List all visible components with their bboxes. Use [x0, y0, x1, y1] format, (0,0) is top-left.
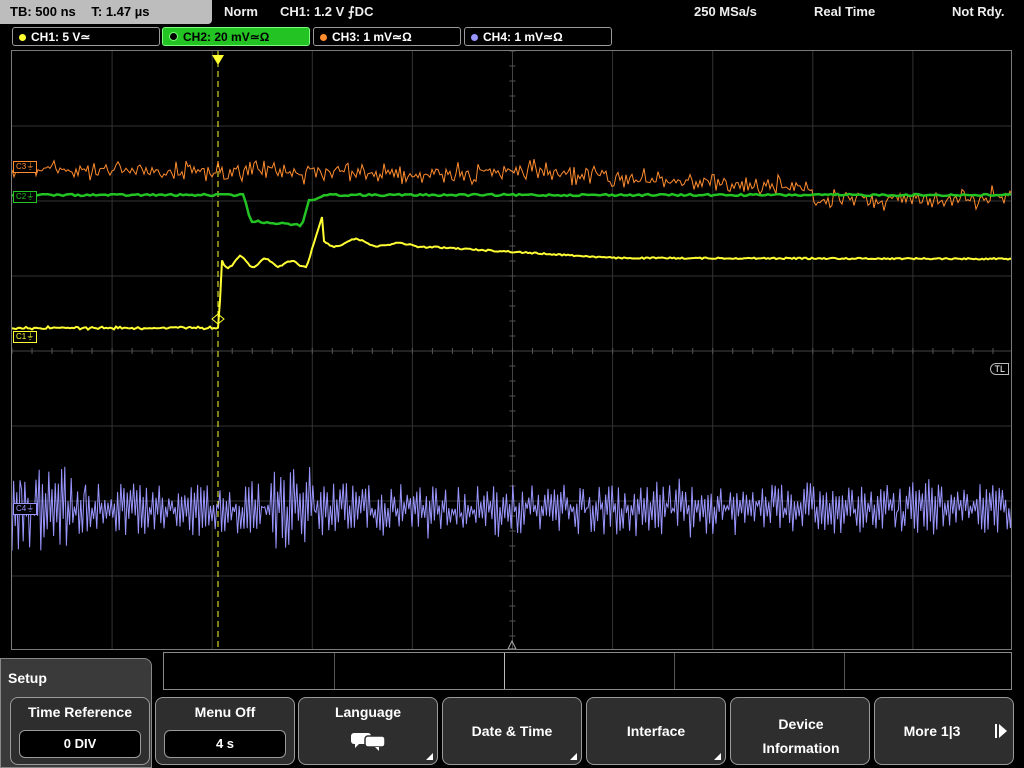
trigger-level-marker[interactable]: TL — [990, 363, 1009, 375]
device-information-button[interactable]: Device Information — [730, 697, 870, 765]
ch3-label: CH3: 1 mV≃Ω — [332, 30, 412, 44]
strip-divider — [674, 653, 675, 689]
ch1-ground-marker[interactable]: C1⏚ — [13, 331, 38, 343]
zoom-strip — [163, 652, 1012, 690]
ch2-ground-marker[interactable]: C2⏚ — [13, 191, 38, 203]
channel-tab-ch3[interactable]: CH3: 1 mV≃Ω — [313, 27, 461, 46]
ch2-waveform — [12, 192, 1011, 228]
more-button[interactable]: More 1|3 — [874, 697, 1014, 765]
trigger-position-icon — [212, 55, 224, 65]
graticule-svg — [12, 51, 1011, 649]
channel-tab-ch2[interactable]: CH2: 20 mV≃Ω — [162, 27, 310, 46]
trigger-settings[interactable]: CH1: 1.2 V ⨍DC — [280, 0, 373, 24]
timebase-value: TB: 500 ns — [10, 4, 76, 19]
ch1-label: CH1: 5 V≃ — [31, 30, 91, 44]
ch4-ground-marker[interactable]: C4⏚ — [13, 503, 38, 515]
strip-divider — [504, 653, 505, 689]
date-time-button[interactable]: Date & Time — [442, 697, 582, 765]
language-label: Language — [334, 704, 402, 720]
next-page-bar-icon — [995, 724, 997, 738]
ch1-color-dot — [19, 34, 26, 41]
acquisition-mode: Real Time — [814, 4, 876, 19]
submenu-indicator-icon — [426, 753, 433, 760]
channel-tab-ch4[interactable]: CH4: 1 mV≃Ω — [464, 27, 612, 46]
status-bar: TB: 500 ns T: 1.47 µs Norm CH1: 1.2 V ⨍D… — [0, 0, 1024, 24]
strip-divider — [334, 653, 335, 689]
menu-off-label: Menu Off — [194, 704, 256, 720]
menu-off-button[interactable]: Menu Off 4 s — [155, 697, 295, 765]
timebase-box[interactable]: TB: 500 ns T: 1.47 µs — [0, 0, 212, 24]
ch2-label: CH2: 20 mV≃Ω — [183, 30, 270, 44]
date-time-label: Date & Time — [471, 723, 553, 739]
submenu-indicator-icon — [714, 753, 721, 760]
menu-off-value[interactable]: 4 s — [164, 730, 286, 758]
trigger-time-value: T: 1.47 µs — [91, 4, 150, 19]
sample-rate: 250 MSa/s — [694, 4, 757, 19]
ch4-color-dot — [471, 34, 478, 41]
ch4-label: CH4: 1 mV≃Ω — [483, 30, 563, 44]
device-information-label: Device Information — [762, 716, 840, 756]
strip-divider — [844, 653, 845, 689]
channel-tab-ch1[interactable]: CH1: 5 V≃ — [12, 27, 160, 46]
more-label: More 1|3 — [903, 723, 961, 739]
language-button[interactable]: Language — [298, 697, 438, 765]
menu-title: Setup — [8, 670, 47, 686]
time-reference-value[interactable]: 0 DIV — [19, 730, 141, 758]
ch3-ground-marker[interactable]: C3⏚ — [13, 161, 38, 173]
ch2-color-dot — [169, 32, 178, 41]
next-page-arrow-icon — [999, 724, 1007, 738]
graticule-grid — [12, 51, 1011, 649]
trigger-mode[interactable]: Norm — [224, 0, 258, 24]
interface-label: Interface — [626, 723, 686, 739]
interface-button[interactable]: Interface — [586, 697, 726, 765]
time-reference-button[interactable]: Time Reference 0 DIV — [10, 697, 150, 765]
ch3-color-dot — [320, 34, 327, 41]
waveform-display[interactable]: C3⏚ C2⏚ C1⏚ C4⏚ TL — [11, 50, 1012, 650]
acquisition-state: Not Rdy. — [952, 4, 1005, 19]
time-reference-label: Time Reference — [27, 704, 132, 720]
submenu-indicator-icon — [570, 753, 577, 760]
channel-tabs: CH1: 5 V≃ CH2: 20 mV≃Ω CH3: 1 mV≃Ω CH4: … — [0, 26, 1024, 48]
speech-bubbles-icon — [351, 733, 386, 751]
